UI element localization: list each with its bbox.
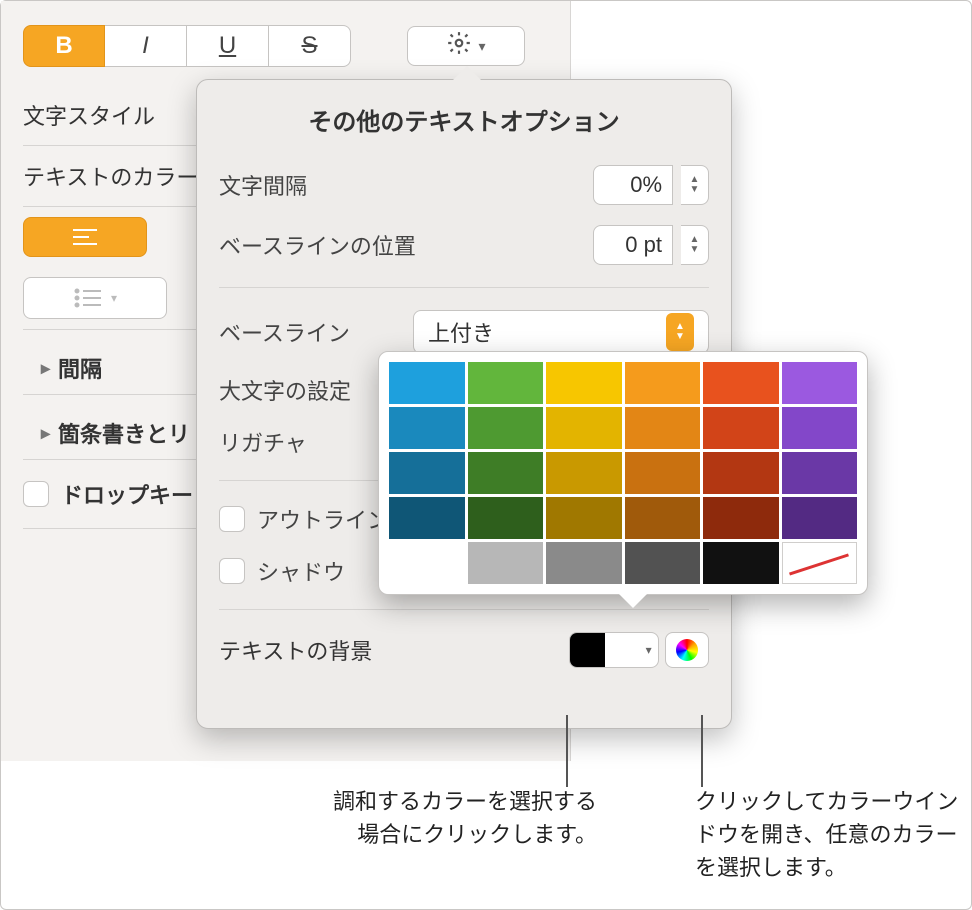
color-swatch[interactable] — [625, 497, 701, 539]
color-swatch[interactable] — [468, 542, 544, 584]
char-spacing-row: 文字間隔 0% ▲▼ — [197, 155, 731, 215]
color-swatch[interactable] — [703, 407, 779, 449]
divider — [219, 287, 709, 288]
stepper-arrows-icon[interactable]: ▲▼ — [681, 225, 709, 265]
callout-right: クリックしてカラーウインドウを開き、任意のカラーを選択します。 — [695, 785, 965, 884]
color-swatch[interactable] — [546, 542, 622, 584]
baseline-offset-value[interactable]: 0 pt — [593, 225, 673, 265]
dropdown-knob-icon: ▲▼ — [666, 313, 694, 351]
chevron-down-icon: ▾ — [111, 291, 117, 305]
ligature-label: リガチャ — [219, 426, 307, 458]
color-swatch[interactable] — [782, 362, 858, 404]
color-swatch[interactable] — [546, 497, 622, 539]
color-swatch[interactable] — [782, 452, 858, 494]
char-spacing-label: 文字間隔 — [219, 169, 307, 201]
color-swatch[interactable] — [703, 362, 779, 404]
stepper-arrows-icon[interactable]: ▲▼ — [681, 165, 709, 205]
color-swatch[interactable] — [625, 542, 701, 584]
align-left-button[interactable] — [23, 217, 147, 257]
more-options-button[interactable]: ▾ — [407, 26, 525, 66]
color-swatch[interactable] — [468, 452, 544, 494]
text-style-row: B I U S ▾ — [1, 25, 570, 85]
color-swatch[interactable] — [703, 542, 779, 584]
swatch-black — [570, 633, 605, 667]
color-grid — [389, 362, 857, 584]
color-swatch[interactable] — [782, 407, 858, 449]
color-swatch[interactable] — [468, 497, 544, 539]
color-swatch[interactable] — [546, 362, 622, 404]
baseline-dropdown[interactable]: 上付き ▲▼ — [413, 310, 709, 354]
color-picker-button[interactable] — [665, 632, 709, 668]
outline-checkbox[interactable] — [219, 506, 245, 532]
color-swatch[interactable] — [546, 407, 622, 449]
baseline-offset-row: ベースラインの位置 0 pt ▲▼ — [197, 215, 731, 275]
color-swatch[interactable] — [625, 407, 701, 449]
callout-line — [566, 715, 568, 787]
list-style-button[interactable]: ▾ — [23, 277, 167, 319]
dropcap-label: ドロップキー — [61, 478, 193, 510]
color-swatch[interactable] — [703, 497, 779, 539]
text-background-label: テキストの背景 — [219, 634, 372, 666]
color-swatch[interactable] — [625, 362, 701, 404]
style-segmented: B I U S — [23, 25, 351, 67]
text-background-row: テキストの背景 ▾ — [197, 622, 731, 678]
color-swatch[interactable] — [389, 497, 465, 539]
color-swatch[interactable] — [389, 452, 465, 494]
color-swatch[interactable] — [468, 407, 544, 449]
chevron-right-icon — [41, 358, 50, 379]
gear-icon — [446, 30, 472, 62]
baseline-label: ベースライン — [219, 316, 350, 348]
italic-button[interactable]: I — [105, 25, 187, 67]
dropcap-checkbox[interactable] — [23, 481, 49, 507]
baseline-offset-label: ベースラインの位置 — [219, 229, 416, 261]
color-swatch[interactable] — [389, 542, 465, 584]
divider — [219, 609, 709, 610]
baseline-offset-stepper[interactable]: 0 pt ▲▼ — [593, 225, 709, 265]
callout-line — [701, 715, 703, 787]
chevron-down-icon: ▾ — [639, 643, 658, 657]
swatch-white — [605, 633, 640, 667]
strike-button[interactable]: S — [269, 25, 351, 67]
char-spacing-value[interactable]: 0% — [593, 165, 673, 205]
callout-left: 調和するカラーを選択する場合にクリックします。 — [317, 785, 597, 851]
shadow-label: シャドウ — [257, 555, 345, 587]
outline-label: アウトライン — [257, 503, 389, 535]
color-swatch[interactable] — [389, 407, 465, 449]
background-color-swatch[interactable]: ▾ — [569, 632, 659, 668]
color-swatch[interactable] — [703, 452, 779, 494]
underline-button[interactable]: U — [187, 25, 269, 67]
color-swatch[interactable] — [625, 452, 701, 494]
color-swatch[interactable] — [546, 452, 622, 494]
color-swatch[interactable] — [389, 362, 465, 404]
no-color-swatch[interactable] — [782, 542, 858, 584]
bold-button[interactable]: B — [23, 25, 105, 67]
chevron-right-icon — [41, 423, 50, 444]
char-spacing-stepper[interactable]: 0% ▲▼ — [593, 165, 709, 205]
shadow-checkbox[interactable] — [219, 558, 245, 584]
baseline-value: 上付き — [428, 316, 494, 348]
chevron-down-icon: ▾ — [478, 38, 485, 55]
popover-title: その他のテキストオプション — [197, 102, 731, 155]
color-swatch[interactable] — [468, 362, 544, 404]
color-palette-popover — [378, 351, 868, 595]
color-wheel-icon — [676, 639, 698, 661]
color-swatch[interactable] — [782, 497, 858, 539]
capitalization-label: 大文字の設定 — [219, 374, 351, 406]
